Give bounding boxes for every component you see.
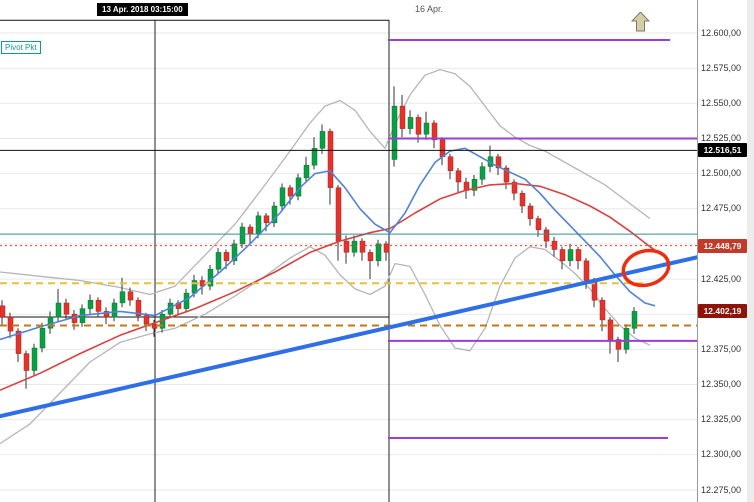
candle-body (399, 105, 406, 129)
candle-body (599, 299, 606, 321)
candle-body (119, 291, 126, 304)
candle-body (7, 316, 14, 332)
candle-body (527, 205, 534, 219)
candle-body (223, 252, 230, 262)
candle-body (343, 240, 350, 253)
candle-body (215, 252, 222, 270)
candle-body (439, 139, 446, 158)
candle-body (447, 156, 454, 172)
candle-body (143, 315, 150, 325)
candle-body (303, 164, 310, 179)
candle-body (479, 166, 486, 180)
price-tick-label: 12.525,00 (701, 132, 742, 143)
candle-body (431, 122, 438, 141)
candle-body (407, 117, 414, 129)
candle-body (623, 328, 630, 350)
price-tick-label: 12.275,00 (701, 484, 742, 495)
candle-body (319, 131, 326, 149)
price-tick-label: 12.500,00 (701, 168, 742, 179)
price-badge: 12.516,51 (698, 143, 747, 158)
price-tick-label: 12.550,00 (701, 97, 742, 108)
candle-body (31, 347, 38, 371)
candle-body (111, 302, 118, 318)
candle-body (559, 249, 566, 261)
candle-body (415, 117, 422, 135)
candle-body (359, 240, 366, 253)
price-tick-label: 12.425,00 (701, 273, 742, 284)
candle-body (607, 319, 614, 340)
candle-body (47, 316, 54, 329)
candle-body (367, 252, 374, 262)
x-axis-date-label: 16 Apr. (415, 4, 444, 14)
pivot-point-label: Pivot Pkt (1, 41, 41, 54)
candle-body (519, 193, 526, 207)
candle-body (535, 218, 542, 231)
chart-window: { "header": { "timestamp_tooltip": "13 A… (0, 0, 754, 502)
trend-line (0, 255, 697, 419)
chart-surface[interactable] (0, 0, 697, 502)
candle-body (423, 122, 430, 135)
candle-body (255, 215, 262, 235)
candle-body (39, 328, 46, 349)
vertical-scrollbar[interactable] (746, 0, 754, 502)
candle-body (567, 249, 574, 261)
price-tick-label: 12.325,00 (701, 414, 742, 425)
candle-body (327, 131, 334, 188)
price-badge: 12.448,79 (698, 238, 747, 253)
price-tick-label: 12.300,00 (701, 449, 742, 460)
candle-body (239, 226, 246, 245)
candle-body (375, 243, 382, 262)
candle-body (287, 187, 294, 197)
price-axis[interactable]: 12.600,00 12.575,00 12.550,00 12.525,00 12.5… (697, 0, 747, 502)
candle-body (0, 305, 6, 318)
candle-body (279, 187, 286, 207)
price-tick-label: 12.575,00 (701, 62, 742, 73)
price-badge: 12.402,19 (698, 304, 747, 319)
candle-body (455, 170, 462, 183)
candle-body (247, 226, 254, 235)
price-tick-label: 12.600,00 (701, 27, 742, 38)
candle-body (583, 260, 590, 281)
price-tick-label: 12.350,00 (701, 379, 742, 390)
candle-body (55, 302, 62, 318)
price-tick-label: 12.475,00 (701, 203, 742, 214)
crosshair-timestamp-tooltip: 13 Apr. 2018 03:15:00 (97, 3, 188, 16)
candle-body (95, 299, 102, 312)
candle-body (335, 187, 342, 242)
candlestick-chart-svg (0, 19, 697, 502)
price-tick-label: 12.375,00 (701, 343, 742, 354)
candle-body (543, 229, 550, 242)
candle-body (351, 240, 358, 253)
candle-body (63, 302, 70, 315)
candle-body (391, 105, 398, 160)
candle-body (575, 249, 582, 261)
candle-body (23, 353, 30, 371)
candle-body (127, 291, 134, 301)
candle-body (263, 215, 270, 224)
scroll-up-arrow-icon (630, 11, 651, 37)
candle-body (87, 299, 94, 309)
